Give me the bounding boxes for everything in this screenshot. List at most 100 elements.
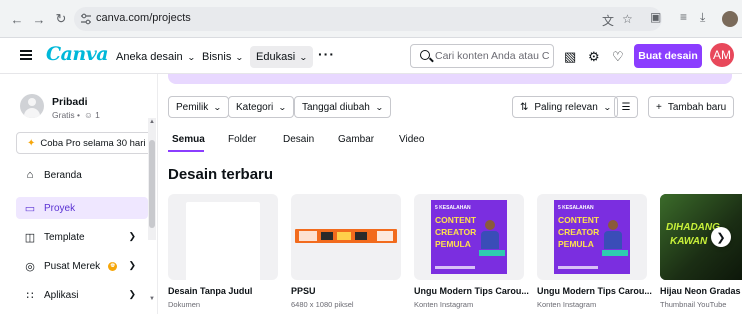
desktop-app-icon[interactable]: ▧ <box>564 49 576 65</box>
chevron-down-icon: ⌄ <box>602 102 612 112</box>
search-icon <box>420 50 430 60</box>
extensions-icon[interactable]: ▣ <box>650 10 661 24</box>
poster-text: PEMULA <box>435 239 471 249</box>
design-title[interactable]: Ungu Modern Tips Carou... <box>537 286 655 296</box>
thumbnail-text: KAWAN <box>670 236 708 247</box>
filter-date-button[interactable]: Tanggal diubah ⌄ <box>294 96 391 118</box>
design-title[interactable]: PPSU <box>291 286 409 296</box>
chevron-right-icon: ❯ <box>128 260 136 270</box>
list-view-icon: ☰ <box>621 101 631 113</box>
design-thumbnail[interactable] <box>168 194 278 280</box>
bell-icon[interactable]: ♡ <box>612 49 624 65</box>
scroll-up-icon[interactable]: ▲ <box>149 119 155 125</box>
filter-label: Pemilik <box>176 101 209 113</box>
canva-logo[interactable]: Canva <box>46 43 109 65</box>
poster-text: CREATOR <box>435 227 477 237</box>
search-input[interactable] <box>435 46 551 66</box>
design-thumbnail[interactable] <box>291 194 401 280</box>
filter-label: Tanggal diubah <box>302 101 370 113</box>
bookmark-star-icon[interactable]: ☆ <box>622 12 633 26</box>
chevron-right-icon: ❯ <box>716 231 726 244</box>
translate-icon[interactable]: 文 <box>602 12 614 29</box>
chevron-down-icon: ⌄ <box>299 52 308 62</box>
design-type: Konten Instagram <box>414 300 474 309</box>
account-avatar[interactable]: AM <box>710 43 734 67</box>
home-icon: ⌂ <box>26 169 34 181</box>
browser-toolbar: ← → ↻ canva.com/projects 文 ☆ ▣ ≡ ⤓ <box>0 0 742 38</box>
tab-semua[interactable]: Semua <box>172 134 205 145</box>
hamburger-menu-icon[interactable] <box>20 50 32 60</box>
promo-banner <box>168 74 732 84</box>
pro-trial-button[interactable]: ✦ Coba Pro selama 30 hari <box>16 132 156 154</box>
sidebar: Pribadi Gratis • ☺ 1 ✦ Coba Pro selama 3… <box>0 74 158 314</box>
tab-desain[interactable]: Desain <box>283 134 314 145</box>
sidebar-item-template[interactable]: ◫ Template ❯ <box>16 226 148 248</box>
apps-icon: ∷ <box>26 289 34 302</box>
design-title[interactable]: Desain Tanpa Judul <box>168 286 286 296</box>
chevron-down-icon: ⌄ <box>186 52 196 62</box>
chevron-right-icon: ❯ <box>128 289 136 299</box>
site-settings-icon[interactable] <box>81 13 91 25</box>
sort-icon: ⇅ <box>520 101 529 113</box>
download-icon[interactable]: ⤓ <box>700 10 705 25</box>
sidebar-item-proyek[interactable]: ▭ Proyek <box>16 197 148 219</box>
sidebar-item-aplikasi[interactable]: ∷ Aplikasi ❯ <box>16 284 148 306</box>
poster-text: 5 KESALAHAN <box>435 205 471 211</box>
tab-video[interactable]: Video <box>399 134 424 145</box>
media-icon[interactable]: ≡ <box>680 10 687 24</box>
back-icon[interactable]: ← <box>8 10 26 28</box>
plus-icon: + <box>656 101 662 113</box>
design-type: 6480 x 1080 piksel <box>291 300 354 309</box>
menu-aneka-desain[interactable]: Aneka desain ⌄ <box>110 46 200 68</box>
poster-text: CONTENT <box>435 215 477 225</box>
chevron-down-icon: ⌄ <box>278 102 287 112</box>
sidebar-item-label: Pusat Merek <box>44 260 101 272</box>
tab-gambar[interactable]: Gambar <box>338 134 374 145</box>
menu-bisnis[interactable]: Bisnis ⌄ <box>196 46 249 68</box>
design-type: Dokumen <box>168 300 201 309</box>
filter-owner-button[interactable]: Pemilik ⌄ <box>168 96 229 118</box>
chevron-down-icon: ⌄ <box>374 102 384 112</box>
tab-folder[interactable]: Folder <box>228 134 256 145</box>
menu-label: Bisnis <box>202 51 232 63</box>
user-name: Pribadi <box>52 96 88 108</box>
chevron-down-icon: ⌄ <box>213 102 222 112</box>
carousel-next-button[interactable]: ❯ <box>711 227 731 247</box>
user-avatar-icon[interactable] <box>20 94 44 118</box>
add-new-button[interactable]: + Tambah baru <box>648 96 735 118</box>
menu-edukasi[interactable]: Edukasi ⌄ <box>250 46 313 68</box>
trial-label: Coba Pro selama 30 hari <box>40 137 146 149</box>
more-options-icon[interactable]: ··· <box>318 46 335 62</box>
sidebar-scroll-thumb[interactable] <box>149 140 155 228</box>
search-box[interactable] <box>410 44 554 68</box>
design-thumbnail[interactable]: 5 KESALAHAN CONTENT CREATOR PEMULA <box>537 194 647 280</box>
menu-label: Edukasi <box>256 51 296 63</box>
url-text[interactable]: canva.com/projects <box>96 12 191 24</box>
filter-category-button[interactable]: Kategori ⌄ <box>228 96 294 118</box>
forward-icon[interactable]: → <box>30 10 48 28</box>
create-design-button[interactable]: Buat desain <box>634 44 702 68</box>
design-title[interactable]: Hijau Neon Gradas <box>660 286 742 296</box>
design-thumbnail[interactable]: 5 KESALAHAN CONTENT CREATOR PEMULA <box>414 194 524 280</box>
sidebar-item-pusat-merek[interactable]: ◎ Pusat Merek ♚ ❯ <box>16 255 148 277</box>
address-bar[interactable]: canva.com/projects 文 ☆ <box>74 7 662 31</box>
active-tab-indicator <box>168 150 204 152</box>
gear-icon[interactable]: ⚙ <box>588 49 600 65</box>
chevron-down-icon: ⌄ <box>235 52 245 62</box>
section-title: Desain terbaru <box>168 166 274 183</box>
browser-profile-icon[interactable] <box>722 11 738 27</box>
design-title[interactable]: Ungu Modern Tips Carou... <box>414 286 532 296</box>
app-header: Canva Aneka desain ⌄ Bisnis ⌄ Edukasi ⌄ … <box>0 38 742 74</box>
filter-label: Kategori <box>236 101 274 113</box>
folder-icon: ▭ <box>24 202 36 215</box>
sidebar-item-label: Aplikasi <box>44 289 79 301</box>
sidebar-item-beranda[interactable]: ⌂ Beranda <box>16 164 148 186</box>
reload-icon[interactable]: ↻ <box>52 10 70 28</box>
blank-document-page <box>186 202 260 280</box>
list-view-button[interactable]: ☰ <box>614 96 638 118</box>
sort-button[interactable]: ⇅ Paling relevan ⌄ <box>512 96 619 118</box>
menu-label: Aneka desain <box>116 51 183 63</box>
person-illustration <box>602 220 628 260</box>
template-icon: ◫ <box>24 231 36 244</box>
scroll-down-icon[interactable]: ▼ <box>149 296 155 302</box>
